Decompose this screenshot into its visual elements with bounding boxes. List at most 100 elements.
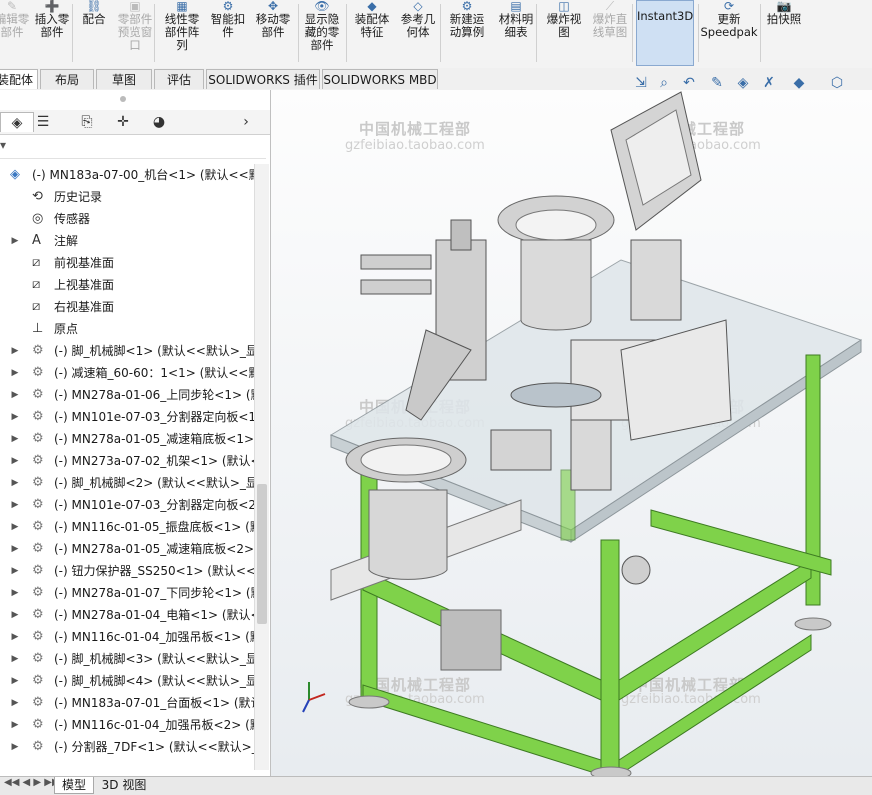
tree-filter[interactable]: ▾	[0, 136, 266, 159]
nav-arrows-icon[interactable]: ◀◀ ◀ ▶ ▶▶	[4, 777, 60, 788]
part-icon: ⚙	[32, 563, 44, 578]
configuration-tab-icon[interactable]: ⎘	[70, 112, 104, 132]
tree-component[interactable]: ▶ ⚙ (-) 分割器_7DF<1> (默认<<默认>_显	[0, 736, 254, 758]
tree-item-0[interactable]: ⟲ 历史记录	[0, 186, 254, 208]
exploded-view-icon: ◫	[558, 0, 570, 13]
tree-root-assembly[interactable]: ◈ (-) MN183a-07-00_机台<1> (默认<<默认	[0, 164, 254, 186]
expand-arrow-icon[interactable]: ▶	[10, 472, 20, 494]
tree-component[interactable]: ▶ ⚙ (-) MN273a-07-02_机架<1> (默认<	[0, 450, 254, 472]
display-manager-tab-icon[interactable]: ◕	[142, 112, 176, 132]
assembly-model[interactable]	[271, 90, 872, 776]
tree-component[interactable]: ▶ ⚙ (-) MN116c-01-05_振盘底板<1> (默	[0, 516, 254, 538]
tree-item-3[interactable]: ⧄ 前视基准面	[0, 252, 254, 274]
take-snapshot-button[interactable]: 📷 拍快照	[762, 0, 806, 66]
expand-arrow-icon[interactable]: ▶	[10, 670, 20, 692]
sensor-icon: ◎	[32, 211, 44, 226]
instant3d-button[interactable]: Instant3D	[636, 0, 694, 66]
bill-of-materials-button[interactable]: ▤ 材料明 细表	[494, 0, 538, 66]
mate-button[interactable]: ⛓ 配合	[76, 0, 112, 66]
expand-arrow-icon[interactable]: ▶	[10, 538, 20, 560]
tree-item-6[interactable]: ⊥ 原点	[0, 318, 254, 340]
reference-geometry-button[interactable]: ◇ 参考几 何体	[396, 0, 440, 66]
tab-sketch[interactable]: 草图	[96, 69, 152, 89]
exploded-view-button[interactable]: ◫ 爆炸视 图	[542, 0, 586, 66]
tree-component[interactable]: ▶ ⚙ (-) 脚_机械脚<1> (默认<<默认>_显示	[0, 340, 254, 362]
expand-arrow-icon[interactable]: ▶	[10, 340, 20, 362]
linear-pattern-button[interactable]: ▦ 线性零 部件阵 列	[160, 0, 204, 66]
tree-component[interactable]: ▶ ⚙ (-) 减速箱_60-60：1<1> (默认<<默认	[0, 362, 254, 384]
expand-arrow-icon[interactable]: ▶	[10, 648, 20, 670]
show-hidden-button[interactable]: 👁 显示隐 藏的零 部件	[300, 0, 344, 66]
insert-components-button[interactable]: ➕ 插入零 部件	[30, 0, 74, 66]
component-preview-button[interactable]: ▣ 零部件 预览窗 口	[112, 0, 158, 66]
tree-component[interactable]: ▶ ⚙ (-) MN101e-07-03_分割器定向板<1	[0, 406, 254, 428]
tree-item-5[interactable]: ⧄ 右视基准面	[0, 296, 254, 318]
tab-assembly[interactable]: 装配体	[0, 69, 38, 89]
tree-component[interactable]: ▶ ⚙ (-) MN183a-07-01_台面板<1> (默认	[0, 692, 254, 714]
edit-component-button[interactable]: ✎ 编辑零 部件	[0, 0, 30, 66]
expand-arrow-icon[interactable]: ▶	[10, 406, 20, 428]
part-icon: ⚙	[32, 519, 44, 534]
ribbon-separator	[632, 4, 633, 62]
scrollbar-thumb[interactable]	[257, 484, 267, 624]
expand-arrow-icon[interactable]: ▶	[10, 582, 20, 604]
tree-node-label: (-) MN183a-07-00_机台<1> (默认<<默认	[32, 168, 254, 182]
expand-arrow-icon[interactable]: ▶	[10, 428, 20, 450]
tab-model[interactable]: 模型	[54, 777, 94, 794]
tree-node-label: 前视基准面	[54, 256, 115, 270]
tab-evaluate[interactable]: 评估	[154, 69, 204, 89]
expand-arrow-icon[interactable]: ▶	[10, 230, 20, 252]
tree-item-1[interactable]: ◎ 传感器	[0, 208, 254, 230]
assembly-icon: ◈	[10, 167, 20, 182]
tree-component[interactable]: ▶ ⚙ (-) MN101e-07-03_分割器定向板<2	[0, 494, 254, 516]
expand-arrow-icon[interactable]: ▶	[10, 362, 20, 384]
new-motion-study-button[interactable]: ⚙ 新建运 动算例	[444, 0, 490, 66]
move-component-button[interactable]: ✥ 移动零 部件	[250, 0, 296, 66]
explode-line-sketch-button[interactable]: ⟋ 爆炸直 线草图	[588, 0, 632, 66]
tree-component[interactable]: ▶ ⚙ (-) 脚_机械脚<4> (默认<<默认>_显示	[0, 670, 254, 692]
part-icon: ⚙	[32, 387, 44, 402]
tree-component[interactable]: ▶ ⚙ (-) MN278a-01-07_下同步轮<1> (默	[0, 582, 254, 604]
expand-arrow-icon[interactable]: ▶	[10, 384, 20, 406]
tree-component[interactable]: ▶ ⚙ (-) MN278a-01-06_上同步轮<1> (默	[0, 384, 254, 406]
tree-node-label: (-) 钮力保护器_SS250<1> (默认<<默	[54, 564, 254, 578]
tab-3d-view[interactable]: 3D 视图	[96, 777, 152, 794]
assembly-features-button[interactable]: ◆ 装配体 特征	[350, 0, 394, 66]
expand-arrow-icon[interactable]: ▶	[10, 450, 20, 472]
tree-component[interactable]: ▶ ⚙ (-) MN278a-01-04_电箱<1> (默认<	[0, 604, 254, 626]
ribbon-separator	[154, 4, 155, 62]
tree-component[interactable]: ▶ ⚙ (-) 钮力保护器_SS250<1> (默认<<默	[0, 560, 254, 582]
expand-arrow-icon[interactable]: ▶	[10, 626, 20, 648]
tree-component[interactable]: ▶ ⚙ (-) MN116c-01-04_加强吊板<1> (默	[0, 626, 254, 648]
expand-arrow-icon[interactable]: ▶	[10, 560, 20, 582]
expand-arrow-icon[interactable]: ▶	[10, 692, 20, 714]
expand-arrow-icon[interactable]: ▶	[10, 494, 20, 516]
smart-fasteners-button[interactable]: ⚙ 智能扣 件	[206, 0, 250, 66]
expand-arrow-icon[interactable]: ▶	[10, 604, 20, 626]
tree-node-label: (-) 分割器_7DF<1> (默认<<默认>_显	[54, 740, 254, 754]
mate-label: 配合	[82, 12, 106, 26]
tab-layout[interactable]: 布局	[40, 69, 94, 89]
tab-solidworks-addins[interactable]: SOLIDWORKS 插件	[206, 69, 320, 89]
panel-grip-icon[interactable]	[120, 96, 126, 102]
graphics-viewport[interactable]: 中国机械工程部 gzfeibiao.taobao.com 中国机械工程部 gzf…	[271, 90, 872, 776]
tree-component[interactable]: ▶ ⚙ (-) MN278a-01-05_减速箱底板<1>	[0, 428, 254, 450]
tab-solidworks-mbd[interactable]: SOLIDWORKS MBD	[322, 69, 438, 89]
expand-arrow-icon[interactable]: ▶	[10, 714, 20, 736]
tree-component[interactable]: ▶ ⚙ (-) 脚_机械脚<3> (默认<<默认>_显示	[0, 648, 254, 670]
part-icon: ⚙	[32, 651, 44, 666]
tree-scrollbar[interactable]	[254, 164, 269, 770]
tree-component[interactable]: ▶ ⚙ (-) MN116c-01-04_加强吊板<2> (默	[0, 714, 254, 736]
dimxpert-tab-icon[interactable]: ✛	[106, 112, 140, 132]
tree-component[interactable]: ▶ ⚙ (-) MN278a-01-05_减速箱底板<2>	[0, 538, 254, 560]
update-speedpak-button[interactable]: ⟳ 更新 Speedpak	[700, 0, 758, 66]
tree-item-4[interactable]: ⧄ 上视基准面	[0, 274, 254, 296]
tree-node-label: (-) MN278a-01-07_下同步轮<1> (默	[54, 586, 254, 600]
property-manager-tab-icon[interactable]: ☰	[26, 112, 60, 132]
tree-component[interactable]: ▶ ⚙ (-) 脚_机械脚<2> (默认<<默认>_显示	[0, 472, 254, 494]
chevron-right-icon[interactable]: ›	[236, 112, 256, 132]
expand-arrow-icon[interactable]: ▶	[10, 736, 20, 758]
expand-arrow-icon[interactable]: ▶	[10, 516, 20, 538]
tree-item-2[interactable]: ▶ A 注解	[0, 230, 254, 252]
explode-line-sketch-icon: ⟋	[605, 0, 615, 13]
